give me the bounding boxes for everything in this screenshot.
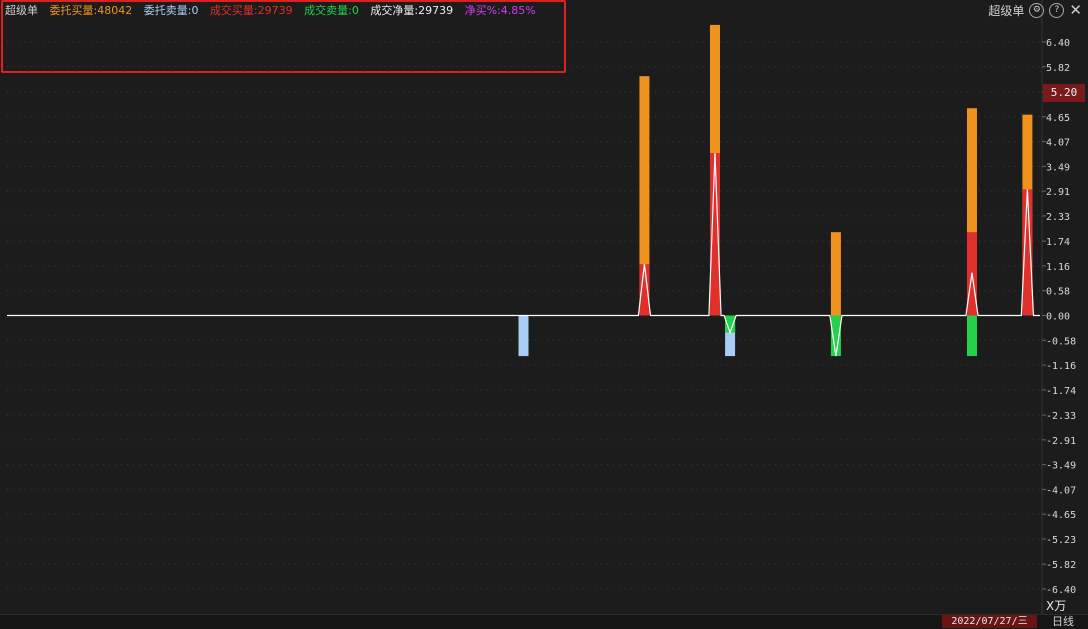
y-tick-label: 0.00 (1046, 312, 1070, 323)
y-tick-label: -3.49 (1046, 461, 1076, 472)
panel-title: 超级单 (988, 4, 1025, 18)
y-tick-label: 2.33 (1046, 212, 1070, 223)
legend-deal-buy: 成交买量:29739 (209, 4, 293, 17)
order-buy-bar (830, 232, 841, 316)
y-tick-label: -4.07 (1046, 485, 1076, 496)
current-value-tag: 5.20 (1043, 84, 1085, 102)
legend-net-buy-pct: 净买%:4.85% (464, 4, 536, 17)
y-tick-label: -1.74 (1046, 386, 1076, 397)
order-sell-bar (518, 315, 529, 357)
y-tick-label: -2.33 (1046, 411, 1076, 422)
unit-label: X万 (1046, 599, 1067, 613)
close-icon[interactable]: ✕ (1069, 3, 1082, 18)
y-tick-label: 5.82 (1046, 63, 1070, 74)
legend-net-volume: 成交净量:29739 (370, 4, 454, 17)
legend-order-sell: 委托卖量:0 (143, 4, 199, 17)
y-tick-label: 0.58 (1046, 287, 1070, 298)
cursor-date-tag: 2022/07/27/三 (942, 615, 1037, 628)
period-label[interactable]: 日线 (1052, 615, 1074, 628)
y-tick-label: 1.16 (1046, 262, 1070, 273)
panel-header-right: 超级单 ⚙ ? ✕ (988, 2, 1082, 19)
deal-sell-bar (966, 315, 977, 357)
super-order-chart: 6.405.825.234.654.073.492.912.331.741.16… (7, 0, 1076, 628)
bottom-axis-bar (0, 614, 1088, 629)
y-tick-label: -0.58 (1046, 336, 1076, 347)
indicator-name: 超级单 (5, 4, 38, 17)
y-tick-label: 4.07 (1046, 138, 1070, 149)
y-tick-label: 6.40 (1046, 38, 1070, 49)
legend-deal-sell: 成交卖量:0 (304, 4, 359, 17)
y-tick-label: 1.74 (1046, 237, 1070, 248)
y-tick-label: -5.82 (1046, 560, 1076, 571)
y-tick-label: -4.65 (1046, 510, 1076, 521)
y-tick-label: -6.40 (1046, 585, 1076, 596)
indicator-legend: 超级单 委托买量:48042 委托卖量:0 成交买量:29739 成交卖量:0 … (5, 2, 544, 18)
legend-order-buy: 委托买量:48042 (49, 4, 133, 17)
y-tick-label: -2.91 (1046, 436, 1076, 447)
help-icon[interactable]: ? (1049, 3, 1065, 18)
y-tick-label: 4.65 (1046, 113, 1070, 124)
y-tick-label: -1.16 (1046, 361, 1076, 372)
y-tick-label: -5.23 (1046, 535, 1076, 546)
y-tick-label: 3.49 (1046, 162, 1070, 173)
gear-icon[interactable]: ⚙ (1029, 3, 1045, 18)
y-tick-label: 2.91 (1046, 187, 1070, 198)
